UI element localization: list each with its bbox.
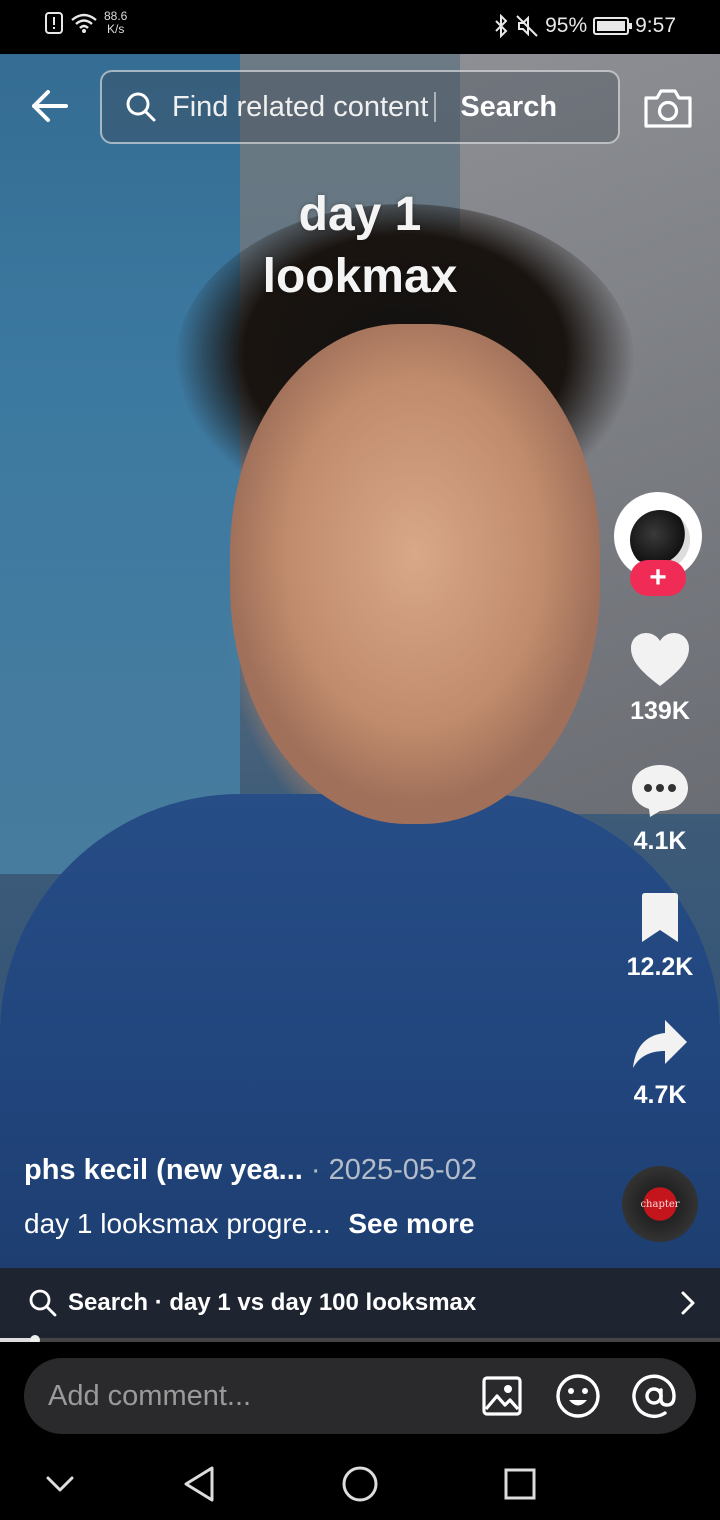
music-disc[interactable]: chapter: [622, 1166, 698, 1242]
related-search-query: day 1 vs day 100 looksmax: [169, 1289, 477, 1316]
clock: 9:57: [635, 14, 676, 37]
comment-area: Add comment...: [0, 1342, 720, 1448]
video-overlay-text: day 1 lookmax: [0, 184, 720, 308]
camera-icon: [644, 89, 692, 128]
comment-count: 4.1K: [633, 827, 687, 855]
like-button[interactable]: 139K: [610, 632, 710, 726]
status-right: 95% 9:57: [493, 14, 676, 38]
share-icon: [633, 1020, 687, 1068]
nav-home-button[interactable]: [338, 1462, 382, 1506]
circle-home-icon: [342, 1466, 378, 1502]
search-icon: [29, 1289, 57, 1317]
mute-icon: [516, 15, 538, 37]
triangle-back-icon: [184, 1466, 214, 1502]
battery-percent: 95%: [545, 14, 588, 37]
bookmark-icon: [642, 893, 678, 942]
at-mention-icon: [632, 1374, 676, 1418]
comment-placeholder: Add comment...: [48, 1379, 252, 1412]
nav-collapse-button[interactable]: [38, 1462, 82, 1506]
chevron-down-icon: [46, 1476, 74, 1492]
status-bar: 88.6 K/s 95% 9:57: [0, 0, 720, 54]
follow-button[interactable]: +: [630, 560, 686, 596]
share-button[interactable]: 4.7K: [610, 1018, 710, 1110]
wifi-icon: [71, 13, 97, 33]
related-search-bar[interactable]: Search · day 1 vs day 100 looksmax: [0, 1268, 720, 1338]
bluetooth-icon: [495, 14, 508, 38]
video-face: [230, 324, 600, 824]
alert-icon: [45, 12, 63, 34]
caption-header: phs kecil (new yea... · 2025-05-02: [24, 1154, 477, 1187]
emoji-button[interactable]: [554, 1372, 602, 1420]
square-recents-icon: [504, 1468, 536, 1500]
post-date: · 2025-05-02: [302, 1154, 477, 1186]
search-divider: [434, 92, 437, 122]
battery-icon: [593, 17, 633, 35]
search-bar[interactable]: Find related content Search: [100, 70, 620, 144]
search-input[interactable]: Find related content: [172, 91, 428, 124]
save-count: 12.2K: [626, 953, 694, 981]
related-search-prefix: Search ·: [68, 1289, 170, 1316]
mention-button[interactable]: [630, 1372, 678, 1420]
nav-back-button[interactable]: [178, 1462, 222, 1506]
comment-icon: [632, 765, 688, 817]
camera-button[interactable]: [642, 86, 694, 130]
video-wall-left: [0, 54, 240, 874]
see-more-link[interactable]: See more: [348, 1208, 474, 1239]
comment-input[interactable]: Add comment...: [24, 1358, 696, 1434]
like-count: 139K: [630, 697, 690, 725]
chevron-right-icon: [681, 1291, 695, 1315]
caption-text: day 1 looksmax progre...: [24, 1208, 331, 1239]
image-icon: [482, 1376, 522, 1416]
back-arrow-icon: [32, 90, 68, 122]
back-button[interactable]: [26, 82, 74, 130]
image-button[interactable]: [478, 1372, 526, 1420]
creator-username[interactable]: phs kecil (new yea...: [24, 1154, 303, 1186]
search-button[interactable]: Search: [460, 91, 557, 124]
save-button[interactable]: 12.2K: [610, 892, 710, 982]
nav-recents-button[interactable]: [498, 1462, 542, 1506]
system-nav-bar: [0, 1448, 720, 1520]
overlay-line-1: day 1: [298, 188, 422, 241]
heart-icon: [631, 633, 689, 686]
net-speed: 88.6 K/s: [104, 10, 127, 36]
status-left: 88.6 K/s: [44, 10, 127, 36]
share-count: 4.7K: [633, 1081, 687, 1109]
overlay-line-2: lookmax: [262, 250, 458, 303]
related-search-text: Search · day 1 vs day 100 looksmax: [68, 1289, 476, 1317]
search-icon: [126, 92, 156, 122]
net-speed-unit: K/s: [107, 22, 125, 36]
comment-button[interactable]: 4.1K: [610, 762, 710, 856]
emoji-icon: [556, 1374, 600, 1418]
music-label: chapter: [640, 1198, 680, 1210]
caption-body: day 1 looksmax progre... See more: [24, 1208, 474, 1240]
